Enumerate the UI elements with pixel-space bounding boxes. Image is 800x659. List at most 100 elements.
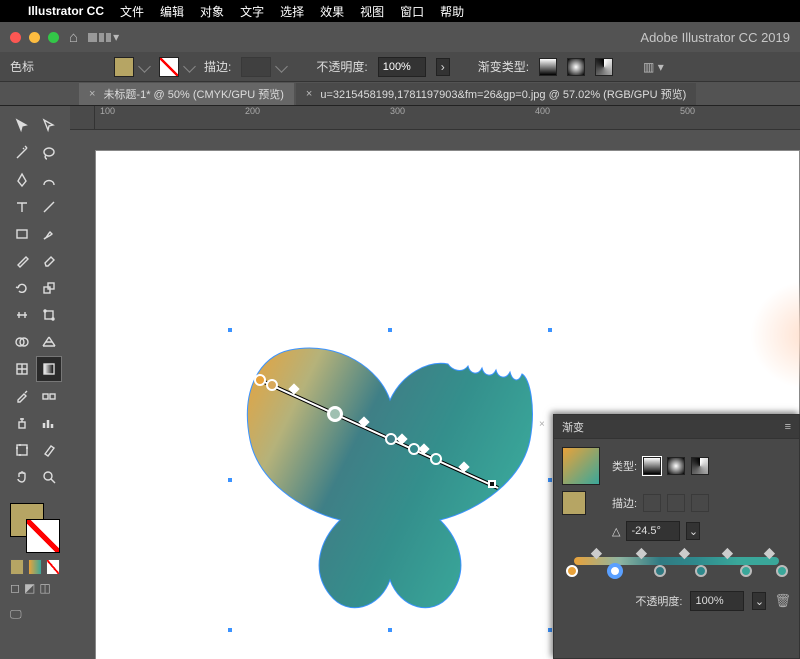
angle-dropdown-icon[interactable]: ⌄ [686,522,700,540]
menu-effect[interactable]: 效果 [320,3,344,20]
gradient-freeform-icon[interactable] [691,457,709,475]
column-graph-tool[interactable] [37,411,61,435]
menu-window[interactable]: 窗口 [400,3,424,20]
shaper-tool[interactable] [10,249,34,273]
home-icon[interactable]: ⌂ [69,29,78,46]
stroke-color-box[interactable] [26,519,60,553]
gradient-stop-selected-icon[interactable] [609,565,621,577]
none-swatch[interactable] [46,559,60,575]
tool-palette: ◻ ◩ ◫ 🖵 [0,106,70,659]
document-tab-2[interactable]: × u=3215458199,1781197903&fm=26&gp=0.jpg… [296,83,696,105]
opacity-field[interactable]: 100% [378,57,426,77]
pen-tool[interactable] [10,168,34,192]
gradient-stop-icon[interactable] [266,379,278,391]
gradient-radial-icon[interactable] [567,58,585,76]
draw-behind-icon[interactable]: ◩ [24,581,35,595]
lasso-tool[interactable] [37,141,61,165]
close-icon[interactable]: × [306,88,312,100]
selection-tool[interactable] [10,114,34,138]
magic-wand-tool[interactable] [10,141,34,165]
slice-tool[interactable] [37,438,61,462]
panel-menu-icon[interactable]: ≡ [785,421,791,433]
symbol-sprayer-tool[interactable] [10,411,34,435]
edit-gradient-icon[interactable]: ▥ ▾ [643,60,664,74]
line-tool[interactable] [37,195,61,219]
zoom-tool[interactable] [37,465,61,489]
width-tool[interactable] [10,303,34,327]
draw-inside-icon[interactable]: ◫ [39,581,50,595]
fill-stroke-control[interactable] [10,503,60,553]
gradient-end-icon[interactable] [488,480,496,488]
butterfly-shape[interactable] [230,330,550,630]
menu-select[interactable]: 选择 [280,3,304,20]
stroke-dropdown-icon[interactable] [183,60,196,73]
mesh-tool[interactable] [10,357,34,381]
panel-tab-gradient[interactable]: 渐变 [562,419,584,435]
free-transform-tool[interactable] [37,303,61,327]
menu-edit[interactable]: 编辑 [160,3,184,20]
gradient-radial-icon[interactable] [667,457,685,475]
rotate-tool[interactable] [10,276,34,300]
gradient-fill-swatch[interactable] [562,491,586,515]
last-gradient-swatch[interactable] [28,559,42,575]
menu-help[interactable]: 帮助 [440,3,464,20]
menu-type[interactable]: 文字 [240,3,264,20]
direct-selection-tool[interactable] [37,114,61,138]
gradient-angle-field[interactable]: -24.5° [626,521,680,541]
close-icon[interactable]: × [89,88,95,100]
opacity-dropdown-icon[interactable]: › [436,58,450,76]
perspective-grid-tool[interactable] [37,330,61,354]
window-zoom-icon[interactable] [48,32,59,43]
gradient-tool[interactable] [37,357,61,381]
stroke-weight-field[interactable] [241,57,271,77]
gradient-stop-icon[interactable] [776,565,788,577]
gradient-linear-icon[interactable] [643,457,661,475]
paintbrush-tool[interactable] [37,222,61,246]
shape-builder-tool[interactable] [10,330,34,354]
stop-opacity-field[interactable]: 100% [690,591,744,611]
gradient-stop-icon[interactable] [695,565,707,577]
gradient-slider[interactable] [564,551,789,581]
selected-object[interactable] [230,330,550,630]
document-tab-1[interactable]: × 未标题-1* @ 50% (CMYK/GPU 预览) [79,83,294,105]
gradient-stop-icon[interactable] [566,565,578,577]
arrange-documents-icon[interactable]: ▾ [88,30,119,44]
gradient-stop-icon[interactable] [385,433,397,445]
app-name[interactable]: Illustrator CC [28,4,104,18]
gradient-preview-swatch[interactable] [562,447,600,485]
window-minimize-icon[interactable] [29,32,40,43]
blend-tool[interactable] [37,384,61,408]
menu-object[interactable]: 对象 [200,3,224,20]
last-color-swatch[interactable] [10,559,24,575]
stop-opacity-dropdown-icon[interactable]: ⌄ [752,592,766,610]
type-tool[interactable] [10,195,34,219]
gradient-linear-icon[interactable] [539,58,557,76]
gradient-stop-icon[interactable] [740,565,752,577]
gradient-stop-icon[interactable] [254,374,266,386]
ruler-horizontal[interactable]: 100 200 300 400 500 [95,106,800,130]
artboard-tool[interactable] [10,438,34,462]
hand-tool[interactable] [10,465,34,489]
gradient-panel[interactable]: × 渐变 ≡ 类型: 描边: △ -24.5° ⌄ [553,414,800,659]
scale-tool[interactable] [37,276,61,300]
gradient-stop-icon[interactable] [430,453,442,465]
curvature-tool[interactable] [37,168,61,192]
gradient-stop-selected-icon[interactable] [327,406,343,422]
delete-stop-icon[interactable]: 🗑 [774,593,791,609]
gradient-stop-icon[interactable] [654,565,666,577]
ruler-origin[interactable] [70,106,95,130]
window-close-icon[interactable] [10,32,21,43]
menu-view[interactable]: 视图 [360,3,384,20]
rectangle-tool[interactable] [10,222,34,246]
draw-normal-icon[interactable]: ◻ [10,581,20,595]
eraser-tool[interactable] [37,249,61,273]
stroke-weight-dropdown-icon[interactable] [275,60,288,73]
fill-swatch[interactable] [114,57,134,77]
menu-file[interactable]: 文件 [120,3,144,20]
eyedropper-tool[interactable] [10,384,34,408]
screen-mode-icon[interactable]: 🖵 [10,607,22,622]
panel-collapse-icon[interactable]: × [539,419,545,430]
fill-dropdown-icon[interactable] [138,60,151,73]
gradient-freeform-icon[interactable] [595,58,613,76]
stroke-swatch[interactable] [159,57,179,77]
